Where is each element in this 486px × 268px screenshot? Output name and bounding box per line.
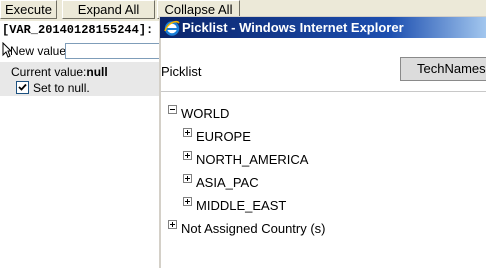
current-value: null	[86, 65, 108, 79]
expand-toggle-icon[interactable]	[183, 197, 192, 206]
value-panel: Current value:null Set to null.	[0, 62, 160, 96]
set-to-null-checkbox[interactable]	[16, 81, 29, 94]
expand-toggle-icon[interactable]	[183, 151, 192, 160]
tree-node-label: MIDDLE_EAST	[196, 198, 287, 213]
new-value-label: New value:	[10, 44, 70, 58]
expand-toggle-icon[interactable]	[168, 220, 177, 229]
window-title: Picklist - Windows Internet Explorer	[182, 20, 404, 35]
expand-toggle-icon[interactable]	[183, 174, 192, 183]
picklist-label: Picklist	[161, 64, 202, 79]
new-value-row: New value:	[0, 42, 170, 60]
tree-node-label: EUROPE	[196, 129, 251, 144]
picklist-window: Picklist - Windows Internet Explorer Pic…	[159, 16, 486, 268]
expand-toggle-icon[interactable]	[183, 128, 192, 137]
execute-button[interactable]: Execute	[0, 0, 57, 19]
new-value-input[interactable]	[65, 43, 170, 59]
technames-button[interactable]: TechNames	[400, 57, 486, 81]
tree-node-label: Not Assigned Country (s)	[181, 221, 326, 236]
checkmark-icon	[18, 83, 27, 91]
window-titlebar[interactable]: Picklist - Windows Internet Explorer	[159, 16, 486, 38]
collapse-toggle-icon[interactable]	[168, 105, 177, 114]
current-value-label: Current value:	[11, 65, 87, 79]
tree-node-label: WORLD	[181, 106, 230, 121]
picklist-content: Picklist TechNames WORLD EUROPE NORTH_AM…	[159, 38, 486, 268]
separator-line	[161, 91, 486, 92]
variable-header: [VAR_20140128155244]:	[2, 23, 154, 37]
internet-explorer-icon	[164, 20, 180, 36]
expand-all-button[interactable]: Expand All	[62, 0, 155, 19]
tree-node-label: NORTH_AMERICA	[196, 152, 309, 167]
tree-node-label: ASIA_PAC	[196, 175, 259, 190]
current-value-line: Current value:null	[11, 65, 108, 79]
set-to-null-label: Set to null.	[33, 81, 90, 95]
